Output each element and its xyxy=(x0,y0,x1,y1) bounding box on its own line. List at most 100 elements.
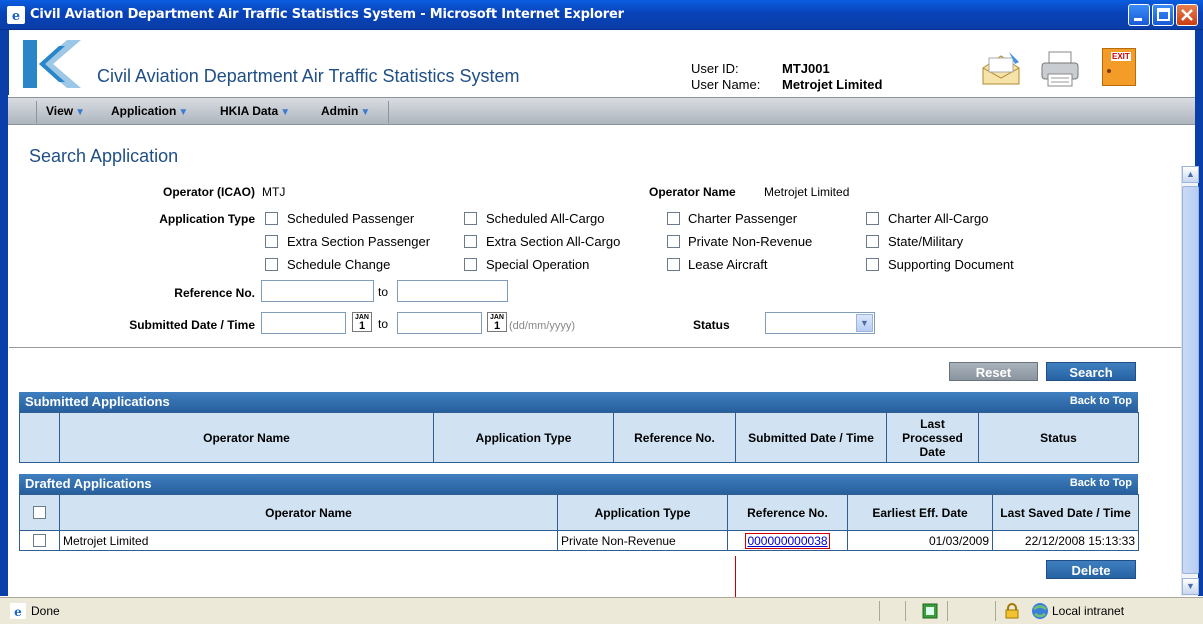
select-all-checkbox[interactable] xyxy=(33,506,46,519)
delete-button[interactable]: Delete xyxy=(1046,560,1136,579)
date-format-hint: (dd/mm/yyyy) xyxy=(509,320,575,332)
calendar-from-icon[interactable]: JAN 1 xyxy=(352,312,372,332)
svg-text:e: e xyxy=(14,605,22,619)
scroll-thumb[interactable] xyxy=(1182,186,1199,574)
reference-no-label: Reference No. xyxy=(174,286,255,300)
user-name: Metrojet Limited xyxy=(782,77,883,92)
status-bar: e Done Local intranet xyxy=(0,597,1203,624)
checkbox-state-military[interactable] xyxy=(866,235,879,248)
earliest-eff-date-cell: 01/03/2009 xyxy=(847,530,993,551)
column-header: Application Type xyxy=(557,494,728,531)
select-all-column-header xyxy=(19,494,60,531)
section-title: Submitted Applications xyxy=(25,394,170,409)
checkbox-label: Special Operation xyxy=(486,257,590,272)
operator-name-value: Metrojet Limited xyxy=(764,185,850,199)
checkbox-lease-aircraft[interactable] xyxy=(667,258,680,271)
submitted-date-from-input[interactable] xyxy=(261,312,346,334)
to-label: to xyxy=(378,317,389,331)
status-select[interactable]: ▼ xyxy=(765,312,875,334)
checkbox-label: Scheduled Passenger xyxy=(287,211,415,226)
checkbox-label: Supporting Document xyxy=(888,257,1014,272)
table-row: Metrojet Limited Private Non-Revenue 000… xyxy=(19,530,1139,551)
column-header: Submitted Date / Time xyxy=(735,412,887,463)
reference-no-cell: 000000000038 xyxy=(727,530,848,551)
calendar-to-icon[interactable]: JAN 1 xyxy=(487,312,507,332)
menu-view[interactable]: View ▼ xyxy=(46,104,85,118)
checkbox-supporting-document[interactable] xyxy=(866,258,879,271)
chevron-down-icon: ▼ xyxy=(75,107,86,118)
application-type-cell: Private Non-Revenue xyxy=(557,530,728,551)
maximize-icon xyxy=(1157,8,1170,21)
vertical-scrollbar[interactable]: ▲ ▼ xyxy=(1181,166,1199,596)
menu-label: Application xyxy=(111,104,177,118)
reset-button[interactable]: Reset xyxy=(949,362,1038,381)
scroll-down-icon[interactable]: ▼ xyxy=(1182,578,1199,595)
search-button[interactable]: Search xyxy=(1046,362,1136,381)
scroll-up-icon[interactable]: ▲ xyxy=(1182,166,1199,183)
back-to-top-link[interactable]: Back to Top xyxy=(1070,395,1132,407)
user-name-label: User Name: xyxy=(691,77,761,92)
submitted-date-to-input[interactable] xyxy=(397,312,482,334)
checkbox-special-operation[interactable] xyxy=(464,258,477,271)
column-header: Operator Name xyxy=(59,494,558,531)
operator-icao-value: MTJ xyxy=(262,185,286,199)
close-button[interactable] xyxy=(1176,4,1198,26)
operator-icao-label: Operator (ICAO) xyxy=(162,185,255,199)
close-icon xyxy=(1181,9,1193,21)
lock-icon xyxy=(1005,603,1019,619)
ie-icon: e xyxy=(7,6,25,24)
checkbox-label: Private Non-Revenue xyxy=(688,234,813,249)
checkbox-label: Lease Aircraft xyxy=(688,257,768,272)
chevron-down-icon: ▼ xyxy=(280,107,291,118)
window-title-bar[interactable]: e Civil Aviation Department Air Traffic … xyxy=(0,0,1203,30)
checkbox-private-non-revenue[interactable] xyxy=(667,235,680,248)
mail-icon[interactable] xyxy=(979,48,1023,88)
column-header: Reference No. xyxy=(727,494,848,531)
maximize-button[interactable] xyxy=(1152,4,1174,26)
main-content: Search Application Operator (ICAO) MTJ O… xyxy=(9,126,1181,596)
checkbox-label: Extra Section Passenger xyxy=(287,234,431,249)
printer-icon[interactable] xyxy=(1039,48,1081,88)
window-title: Civil Aviation Department Air Traffic St… xyxy=(30,7,624,22)
globe-icon xyxy=(1032,603,1048,619)
checkbox-scheduled-passenger[interactable] xyxy=(265,212,278,225)
app-header: Civil Aviation Department Air Traffic St… xyxy=(8,30,1195,95)
menu-application[interactable]: Application ▼ xyxy=(111,104,188,118)
application-type-label: Application Type xyxy=(159,212,255,226)
menu-label: HKIA Data xyxy=(220,104,279,118)
checkbox-label: Scheduled All-Cargo xyxy=(486,211,605,226)
column-header: Reference No. xyxy=(613,412,736,463)
chevron-down-icon[interactable]: ▼ xyxy=(856,314,873,332)
menu-hkia-data[interactable]: HKIA Data ▼ xyxy=(220,104,290,118)
security-zone-icon xyxy=(922,603,938,619)
checkbox-extra-section-all-cargo[interactable] xyxy=(464,235,477,248)
menu-bar: View ▼ Application ▼ HKIA Data ▼ Admin ▼ xyxy=(8,97,1195,125)
status-label: Status xyxy=(693,318,730,332)
column-header: Status xyxy=(978,412,1139,463)
exit-button[interactable]: EXIT xyxy=(1102,48,1136,86)
ie-page-icon: e xyxy=(10,603,26,619)
select-column-header xyxy=(19,412,60,463)
menu-admin[interactable]: Admin ▼ xyxy=(321,104,370,118)
row-checkbox[interactable] xyxy=(33,534,46,547)
calendar-day: 1 xyxy=(358,320,366,332)
drafted-applications-header: Drafted Applications Back to Top xyxy=(19,474,1138,494)
checkbox-schedule-change[interactable] xyxy=(265,258,278,271)
minimize-icon xyxy=(1134,18,1142,21)
reference-no-link[interactable]: 000000000038 xyxy=(745,532,830,549)
checkbox-extra-section-passenger[interactable] xyxy=(265,235,278,248)
user-id-label: User ID: xyxy=(691,61,739,76)
minimize-button[interactable] xyxy=(1128,4,1150,26)
checkbox-charter-all-cargo[interactable] xyxy=(866,212,879,225)
column-header: Operator Name xyxy=(59,412,434,463)
checkbox-charter-passenger[interactable] xyxy=(667,212,680,225)
checkbox-label: Schedule Change xyxy=(287,257,391,272)
back-to-top-link[interactable]: Back to Top xyxy=(1070,477,1132,489)
submitted-applications-table: Operator Name Application Type Reference… xyxy=(19,412,1139,463)
drafted-applications-table: Operator Name Application Type Reference… xyxy=(19,494,1139,551)
reference-no-from-input[interactable] xyxy=(261,280,374,302)
section-title: Drafted Applications xyxy=(25,476,152,491)
reference-no-to-input[interactable] xyxy=(397,280,508,302)
checkbox-scheduled-all-cargo[interactable] xyxy=(464,212,477,225)
submitted-date-label: Submitted Date / Time xyxy=(129,318,255,332)
